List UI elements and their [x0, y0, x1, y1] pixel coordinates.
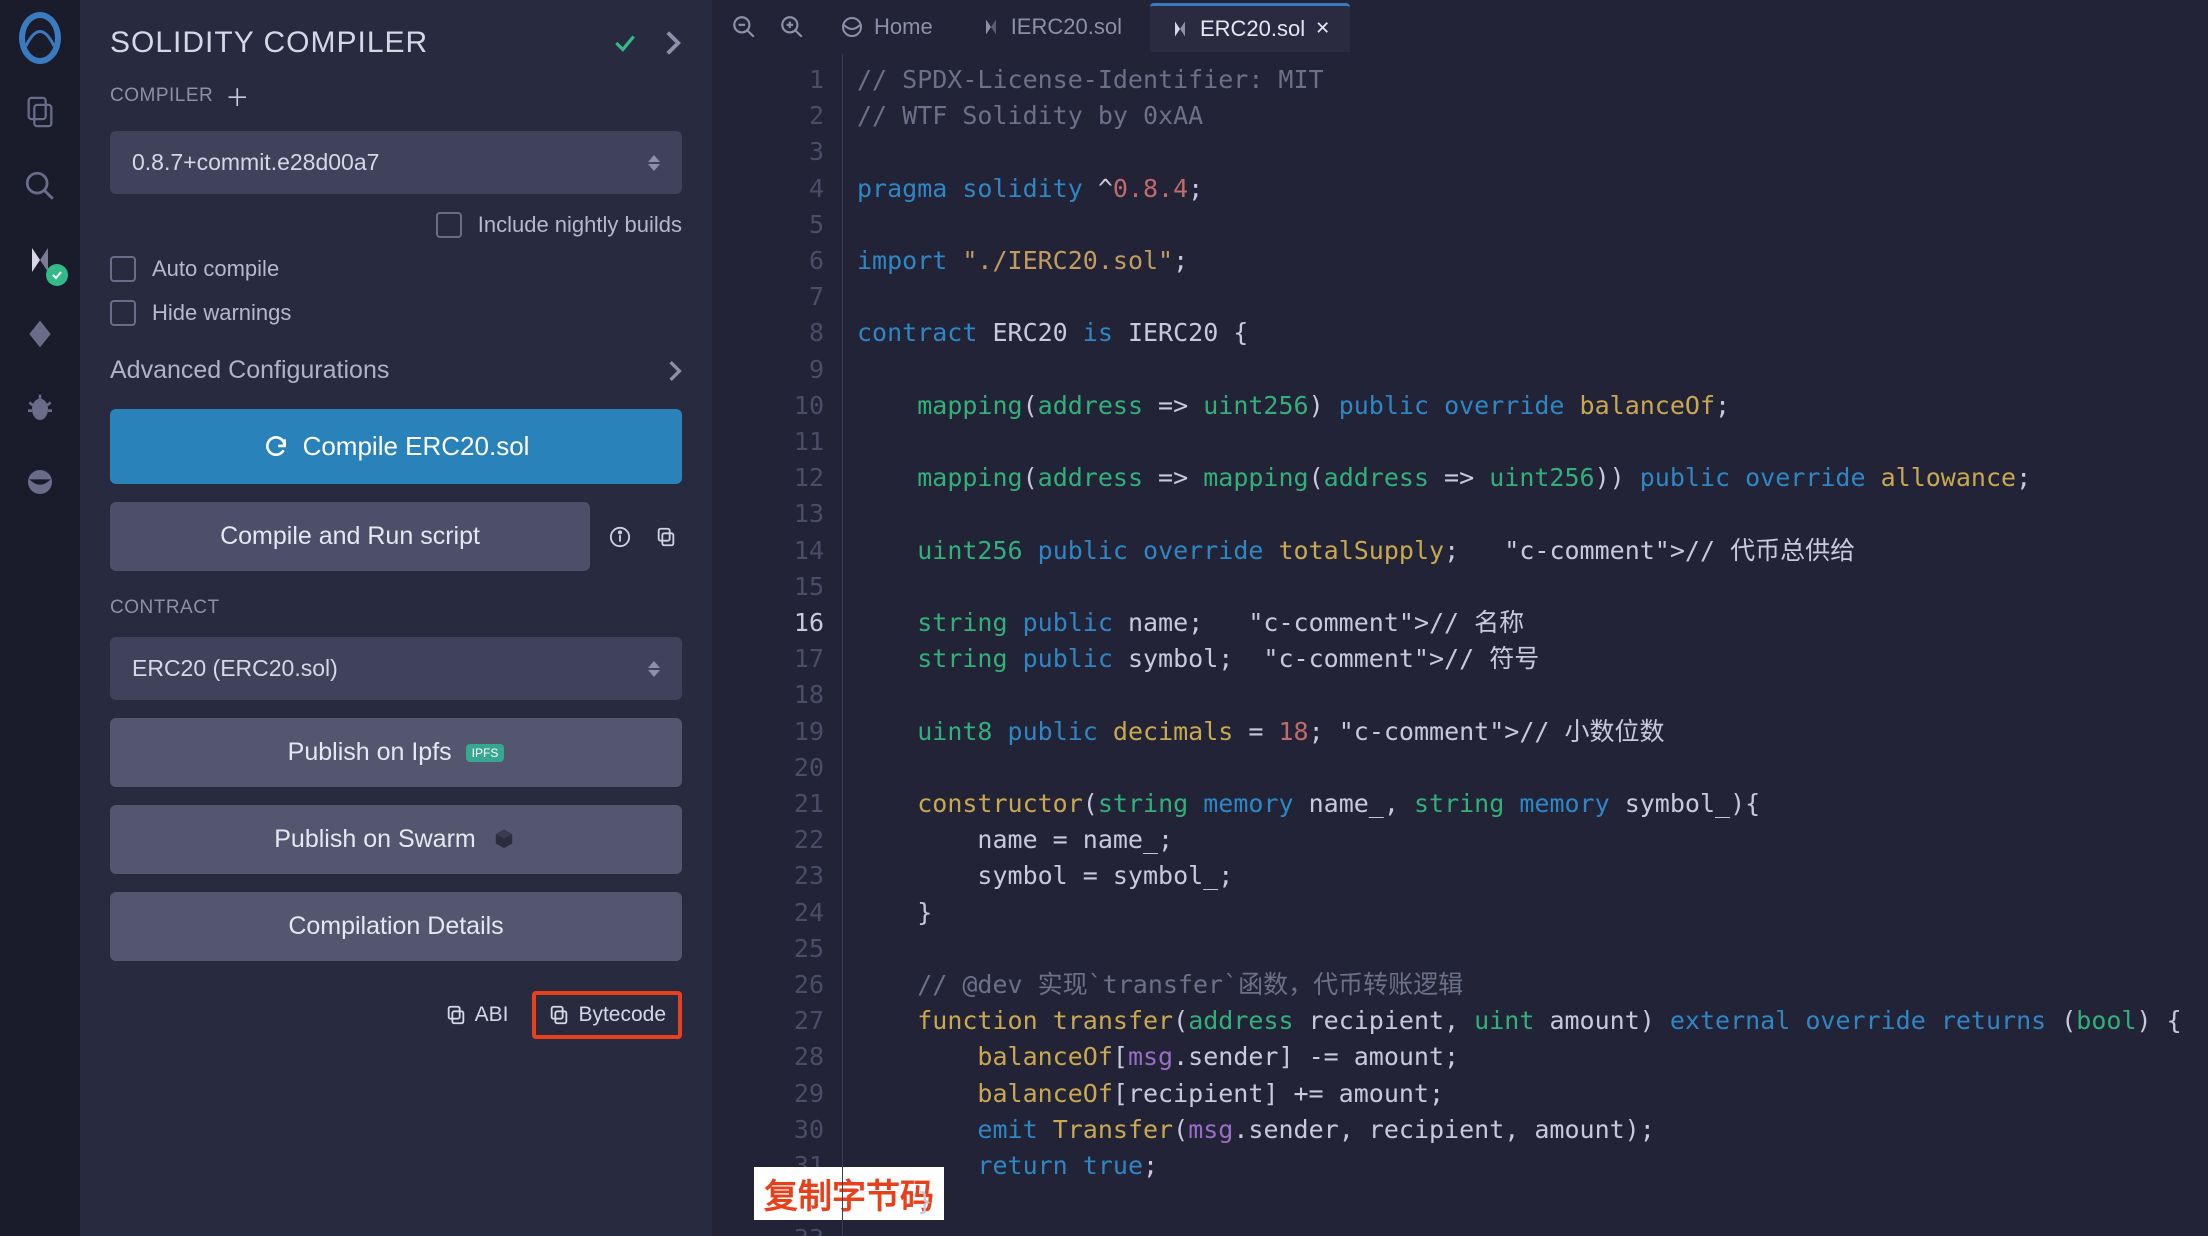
compile-button[interactable]: Compile ERC20.sol	[110, 409, 682, 484]
tab-erc20-label: ERC20.sol	[1200, 16, 1305, 42]
copy-icon	[445, 1004, 467, 1026]
plugin-manager-icon[interactable]	[22, 464, 58, 500]
status-ok-badge	[46, 264, 68, 286]
ipfs-badge-icon: IPFS	[466, 744, 505, 762]
search-icon[interactable]	[22, 168, 58, 204]
advanced-label: Advanced Configurations	[110, 356, 389, 385]
close-tab-icon[interactable]: ✕	[1315, 18, 1330, 39]
compilation-details-button[interactable]: Compilation Details	[110, 892, 682, 961]
tab-home-label: Home	[874, 14, 933, 40]
code-view[interactable]: // SPDX-License-Identifier: MIT// WTF So…	[842, 54, 2208, 1236]
solidity-file-icon	[981, 17, 1001, 37]
select-caret-icon	[648, 661, 660, 677]
check-icon	[612, 30, 638, 56]
compiler-label: COMPILER ＋	[110, 78, 682, 113]
auto-compile-row: Auto compile	[110, 256, 682, 282]
advanced-config-toggle[interactable]: Advanced Configurations	[110, 344, 682, 391]
compilation-details-label: Compilation Details	[288, 912, 503, 941]
contract-label: CONTRACT	[110, 597, 682, 619]
publish-swarm-label: Publish on Swarm	[274, 825, 475, 854]
solidity-file-icon	[1170, 19, 1190, 39]
auto-compile-label: Auto compile	[152, 256, 279, 282]
nightly-label: Include nightly builds	[478, 212, 682, 238]
deploy-run-icon[interactable]	[22, 316, 58, 352]
tab-erc20[interactable]: ERC20.sol ✕	[1150, 3, 1350, 52]
hide-warnings-checkbox[interactable]	[110, 300, 136, 326]
home-icon	[840, 15, 864, 39]
editor-body[interactable]: 1234567891011121314151617181920212223242…	[712, 54, 2208, 1236]
remix-logo-icon[interactable]	[22, 20, 58, 56]
tab-ierc20-label: IERC20.sol	[1011, 14, 1122, 40]
select-caret-icon	[648, 155, 660, 171]
compiler-panel: SOLIDITY COMPILER COMPILER ＋ 0.8.7+commi…	[80, 0, 712, 1236]
compile-button-label: Compile ERC20.sol	[303, 431, 530, 462]
zoom-in-icon[interactable]	[772, 7, 812, 47]
compile-run-button[interactable]: Compile and Run script	[110, 502, 590, 571]
add-compiler-icon[interactable]: ＋	[225, 78, 250, 113]
contract-select[interactable]: ERC20 (ERC20.sol)	[110, 637, 682, 700]
swarm-icon	[490, 826, 518, 854]
nightly-row: Include nightly builds	[110, 212, 682, 238]
publish-swarm-button[interactable]: Publish on Swarm	[110, 805, 682, 874]
copy-bytecode-button[interactable]: Bytecode	[532, 991, 682, 1039]
file-explorer-icon[interactable]	[22, 94, 58, 130]
debugger-icon[interactable]	[22, 390, 58, 426]
bytecode-label: Bytecode	[578, 1003, 666, 1027]
copy-abi-button[interactable]: ABI	[433, 995, 521, 1035]
copy-icon	[548, 1004, 570, 1026]
hide-warnings-label: Hide warnings	[152, 300, 291, 326]
publish-ipfs-label: Publish on Ipfs	[288, 738, 452, 767]
copy-icon[interactable]	[650, 521, 682, 553]
info-icon[interactable]	[604, 521, 636, 553]
tab-ierc20[interactable]: IERC20.sol	[961, 4, 1142, 50]
chevron-right-icon[interactable]	[664, 30, 682, 56]
contract-value: ERC20 (ERC20.sol)	[132, 655, 338, 682]
chevron-right-icon	[668, 360, 682, 382]
compiler-version-select[interactable]: 0.8.7+commit.e28d00a7	[110, 131, 682, 194]
solidity-compiler-icon[interactable]	[22, 242, 58, 278]
editor-area: Home IERC20.sol ERC20.sol ✕ 123456789101…	[712, 0, 2208, 1236]
auto-compile-checkbox[interactable]	[110, 256, 136, 282]
plugin-rail	[0, 0, 80, 1236]
tab-home[interactable]: Home	[820, 4, 953, 50]
hide-warnings-row: Hide warnings	[110, 300, 682, 326]
zoom-out-icon[interactable]	[724, 7, 764, 47]
nightly-checkbox[interactable]	[436, 212, 462, 238]
refresh-icon	[263, 434, 289, 460]
compiler-version-value: 0.8.7+commit.e28d00a7	[132, 149, 379, 176]
compile-run-label: Compile and Run script	[220, 522, 480, 551]
publish-ipfs-button[interactable]: Publish on Ipfs IPFS	[110, 718, 682, 787]
panel-title: SOLIDITY COMPILER	[110, 26, 428, 60]
abi-label: ABI	[475, 1003, 509, 1027]
line-gutter: 1234567891011121314151617181920212223242…	[712, 54, 842, 1236]
editor-tabbar: Home IERC20.sol ERC20.sol ✕	[712, 0, 2208, 54]
